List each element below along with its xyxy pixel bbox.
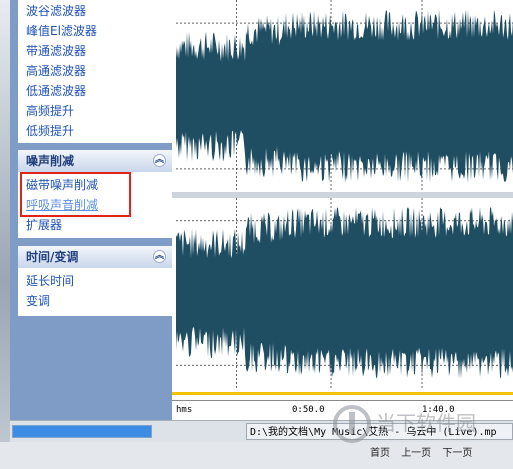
nav-prev-page[interactable]: 上一页 xyxy=(401,448,431,459)
waveform-channel-right[interactable] xyxy=(176,198,513,388)
timeline-strip xyxy=(172,388,513,400)
ruler-mark-100s: 1:40.0 xyxy=(422,405,455,415)
nav-next-page[interactable]: 下一页 xyxy=(442,448,472,459)
time-item-pitch-shift[interactable]: 变调 xyxy=(18,291,172,311)
timeline-ticks xyxy=(172,392,513,395)
time-pitch-title: 时间/变调 xyxy=(26,250,79,264)
status-bar: D:\我的文档\My Music\艾热 - 乌云中 (Live).mp xyxy=(10,420,513,442)
time-ruler[interactable]: hms 0:50.0 1:40.0 xyxy=(172,400,513,421)
chevron-up-icon[interactable]: ︽ xyxy=(153,250,166,263)
noise-reduction-title: 噪声削减 xyxy=(26,154,75,168)
window-frame-left xyxy=(0,0,10,469)
ruler-unit: hms xyxy=(176,405,193,415)
nav-first-page[interactable]: 首页 xyxy=(370,448,390,459)
noise-reduction-header[interactable]: 噪声削减 ︽ xyxy=(18,150,172,172)
filter-item-peak-eq[interactable]: 峰值El滤波器 xyxy=(18,21,172,41)
time-pitch-panel: 时间/变调 ︽ 延长时间 变调 xyxy=(18,246,172,316)
time-item-stretch[interactable]: 延长时间 xyxy=(18,271,172,291)
filter-item-highpass[interactable]: 高通滤波器 xyxy=(18,61,172,81)
filter-item-notch[interactable]: 波谷滤波器 xyxy=(18,1,172,21)
filter-item-bandpass[interactable]: 带通滤波器 xyxy=(18,41,172,61)
time-pitch-header[interactable]: 时间/变调 ︽ xyxy=(18,246,172,268)
progress-bar xyxy=(12,425,152,438)
filter-item-lowpass[interactable]: 低通滤波器 xyxy=(18,81,172,101)
filters-panel: 波谷滤波器 峰值El滤波器 带通滤波器 高通滤波器 低通滤波器 高频提升 低频提… xyxy=(18,0,172,143)
filter-item-bass-boost[interactable]: 低频提升 xyxy=(18,121,172,141)
annotation-highlight-box xyxy=(20,172,131,217)
waveform-channel-left[interactable] xyxy=(176,0,513,192)
page-navigation: 首页 上一页 下一页 xyxy=(370,444,480,459)
noise-item-expander[interactable]: 扩展器 xyxy=(18,215,172,235)
waveform-view[interactable]: hms 0:50.0 1:40.0 xyxy=(172,0,513,421)
chevron-up-icon[interactable]: ︽ xyxy=(153,154,166,167)
ruler-mark-50s: 0:50.0 xyxy=(292,405,325,415)
file-path-display: D:\我的文档\My Music\艾热 - 乌云中 (Live).mp xyxy=(246,423,513,440)
filter-item-treble-boost[interactable]: 高频提升 xyxy=(18,101,172,121)
